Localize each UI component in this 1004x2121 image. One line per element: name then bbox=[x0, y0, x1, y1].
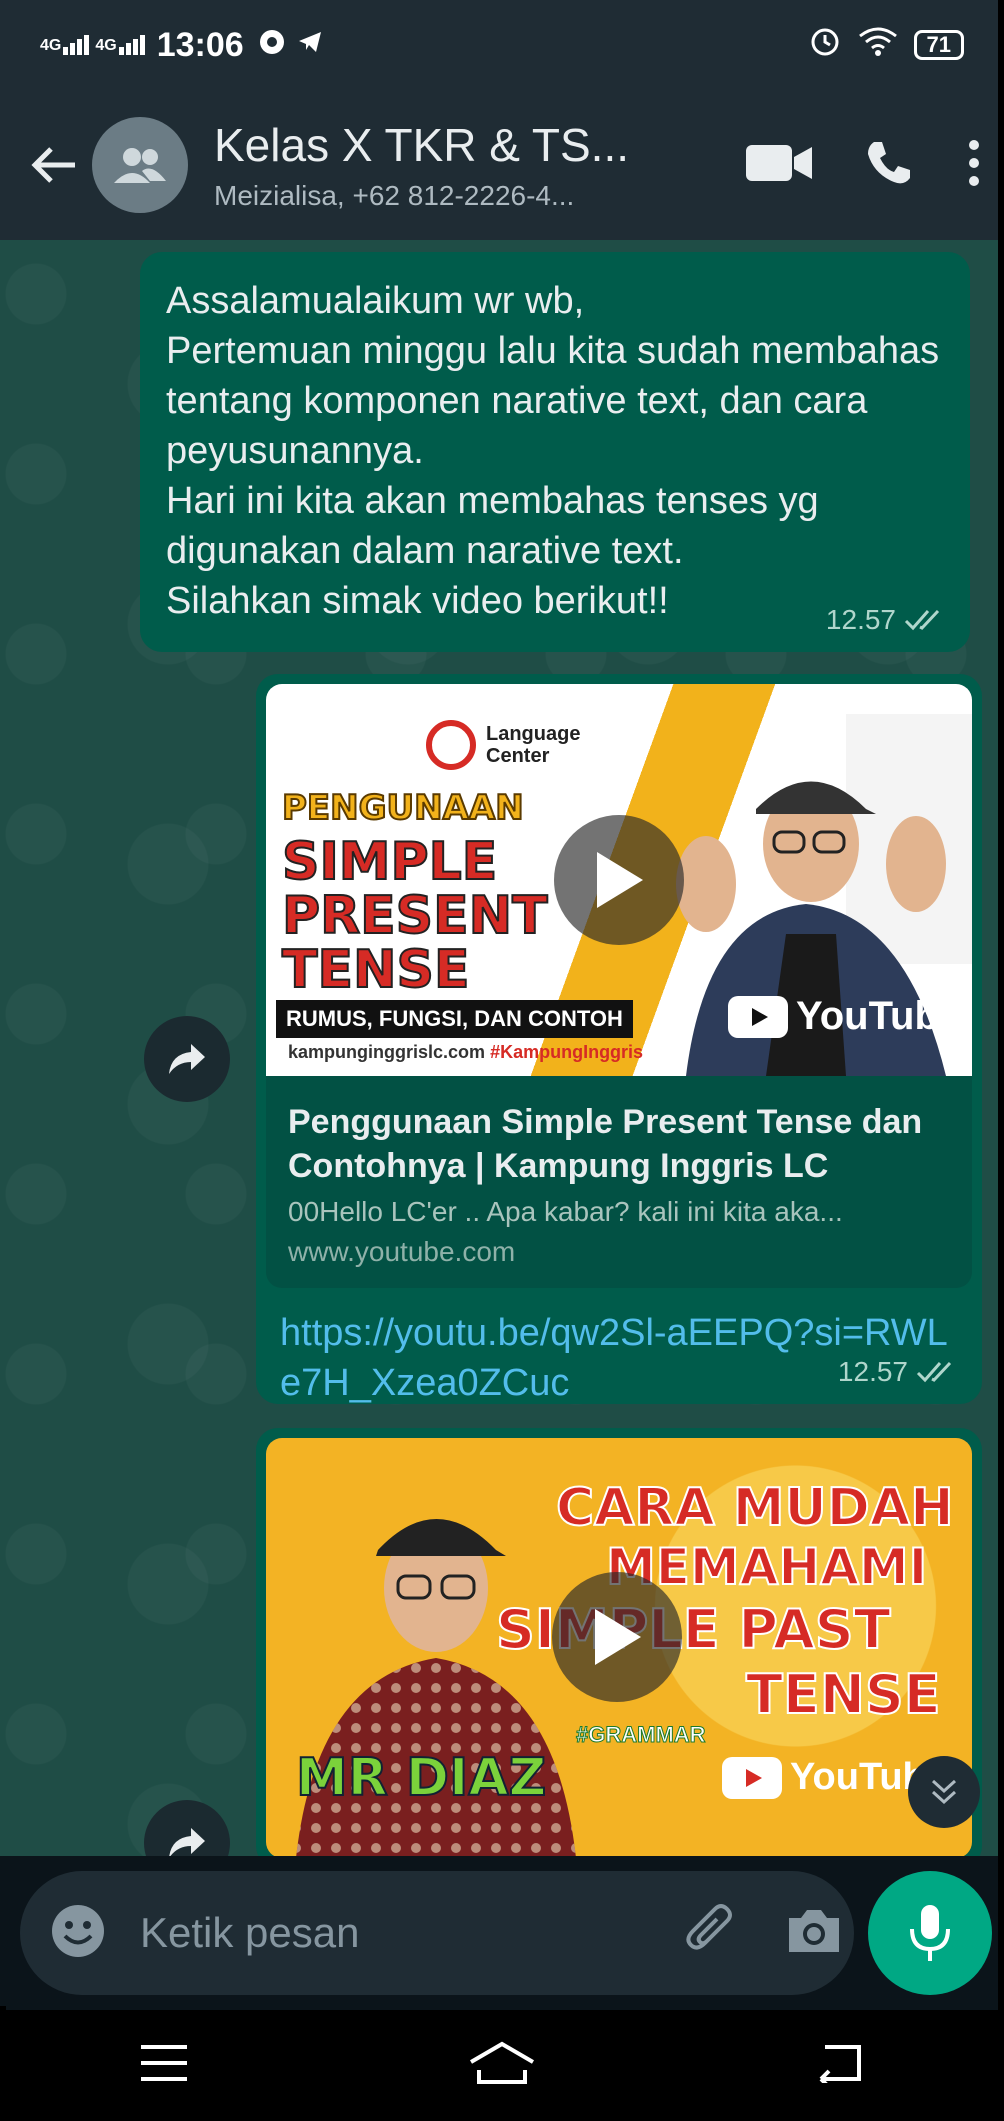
status-time: 13:06 bbox=[156, 25, 244, 64]
system-nav-bar bbox=[0, 2010, 1004, 2121]
play-button-2[interactable] bbox=[552, 1572, 682, 1702]
message-time: 12.57 bbox=[837, 1356, 908, 1387]
thumb-heading-4: TENSE bbox=[281, 939, 470, 1001]
camera-icon bbox=[789, 1909, 839, 1952]
play-icon bbox=[595, 1609, 641, 1665]
chat-area[interactable]: Assalamualaikum wr wb, Pertemuan minggu … bbox=[0, 240, 1004, 1856]
scroll-to-bottom-button[interactable] bbox=[908, 1756, 980, 1828]
attach-icon bbox=[686, 1903, 732, 1950]
thumb-heading-1: PENGUNAAN bbox=[281, 787, 525, 829]
right-frame-edge bbox=[998, 0, 1004, 2121]
video-thumbnail-1[interactable]: Language Center PENGUNAAN SIMPLE PRESENT… bbox=[266, 684, 972, 1076]
signal-1: 4G bbox=[40, 35, 90, 55]
menu-icon bbox=[141, 2045, 187, 2081]
message-meta: 12.57 bbox=[838, 1356, 960, 1388]
more-options-button[interactable] bbox=[964, 138, 984, 193]
video-call-icon bbox=[746, 144, 812, 181]
thumb-site-url: kampunginggrislc.com bbox=[288, 1042, 486, 1062]
thumb-heading-2: SIMPLE bbox=[281, 831, 498, 893]
logo-line-1: Language bbox=[486, 723, 581, 745]
home-button[interactable] bbox=[467, 2040, 537, 2091]
video-call-button[interactable] bbox=[744, 141, 814, 190]
alarm-icon bbox=[808, 24, 842, 67]
video-thumbnail-2[interactable]: CARA MUDAH MEMAHAMI SIMPLE PAST TENSE #G… bbox=[266, 1438, 972, 1856]
language-center-logo: Language Center bbox=[426, 720, 581, 770]
play-icon bbox=[597, 852, 643, 908]
emoji-button[interactable] bbox=[50, 1903, 106, 1964]
forward-icon bbox=[169, 1044, 205, 1074]
youtube-icon bbox=[728, 995, 788, 1038]
message-bubble-3[interactable]: CARA MUDAH MEMAHAMI SIMPLE PAST TENSE #G… bbox=[256, 1428, 982, 1856]
network-label-1: 4G bbox=[40, 37, 62, 54]
link-preview-description: 00Hello LC'er .. Apa kabar? kali ini kit… bbox=[288, 1196, 843, 1227]
group-avatar-icon bbox=[114, 148, 166, 183]
voice-call-button[interactable] bbox=[864, 138, 914, 193]
back-button[interactable] bbox=[24, 135, 84, 195]
message-input[interactable] bbox=[138, 1908, 683, 1958]
message-bubble-1[interactable]: Assalamualaikum wr wb, Pertemuan minggu … bbox=[140, 252, 970, 652]
more-vert-icon bbox=[969, 139, 979, 186]
forward-button-1[interactable] bbox=[144, 1016, 230, 1102]
thumb2-name: MR DIAZ bbox=[295, 1747, 547, 1809]
double-check-icon bbox=[904, 609, 940, 631]
message-composer bbox=[0, 1856, 1004, 2006]
logo-line-2: Center bbox=[486, 745, 550, 767]
link-preview-title: Penggunaan Simple Present Tense dan Cont… bbox=[288, 1103, 923, 1185]
mic-icon bbox=[910, 1905, 950, 1961]
wifi-icon bbox=[858, 26, 898, 65]
link-preview-domain: www.youtube.com bbox=[288, 1236, 516, 1267]
battery-indicator: 71 bbox=[913, 30, 964, 60]
status-bar: 4G 4G 13:06 71 bbox=[0, 0, 1004, 90]
thumb2-hashtag: #GRAMMAR bbox=[576, 1722, 707, 1748]
back-nav-button[interactable] bbox=[815, 2043, 865, 2089]
signal-2: 4G bbox=[95, 35, 145, 55]
chevron-double-down-icon bbox=[931, 1779, 957, 1805]
link-preview-body[interactable]: Penggunaan Simple Present Tense dan Cont… bbox=[266, 1076, 972, 1288]
thumb2-line-1: CARA MUDAH bbox=[555, 1477, 955, 1539]
youtube-badge-1: YouTube bbox=[728, 994, 961, 1039]
input-pill[interactable] bbox=[20, 1871, 854, 1995]
thumb2-line-4: TENSE bbox=[745, 1662, 942, 1727]
link-preview-card[interactable]: Language Center PENGUNAAN SIMPLE PRESENT… bbox=[266, 684, 972, 1288]
play-button-1[interactable] bbox=[554, 815, 684, 945]
message-link[interactable]: https://youtu.be/qw2Sl-aEEPQ?si=RWLe7H_X… bbox=[266, 1288, 972, 1408]
group-avatar[interactable] bbox=[92, 117, 188, 213]
double-check-icon bbox=[916, 1361, 952, 1383]
thumb-hashtag: #KampungInggris bbox=[490, 1042, 644, 1062]
attach-button[interactable] bbox=[683, 1903, 739, 1964]
emoji-icon bbox=[52, 1904, 104, 1957]
chat-participants: Meizialisa, +62 812-2226-4... bbox=[214, 180, 575, 211]
forward-icon bbox=[169, 1828, 205, 1856]
thumb-site: kampunginggrislc.com #KampungInggris bbox=[288, 1042, 643, 1063]
chat-title: Kelas X TKR & TS... bbox=[214, 119, 630, 171]
chat-info[interactable]: Kelas X TKR & TS... Meizialisa, +62 812-… bbox=[214, 118, 644, 212]
link-preview-card-2[interactable]: CARA MUDAH MEMAHAMI SIMPLE PAST TENSE #G… bbox=[266, 1438, 972, 1856]
mic-button[interactable] bbox=[868, 1871, 992, 1995]
camera-button[interactable] bbox=[785, 1906, 843, 1961]
back-arrow-icon bbox=[31, 147, 75, 183]
back-nav-icon bbox=[819, 2045, 861, 2089]
chrome-icon bbox=[258, 26, 286, 65]
chat-header: Kelas X TKR & TS... Meizialisa, +62 812-… bbox=[0, 90, 1004, 240]
lc-logo-mark bbox=[426, 720, 476, 770]
thumb-strip: RUMUS, FUNGSI, DAN CONTOH bbox=[276, 1000, 633, 1038]
forward-button-2[interactable] bbox=[144, 1800, 230, 1856]
thumb-heading-3: PRESENT bbox=[281, 885, 549, 947]
home-icon bbox=[469, 2041, 535, 2084]
message-meta: 12.57 bbox=[826, 604, 948, 636]
network-label-2: 4G bbox=[95, 37, 117, 54]
message-bubble-2[interactable]: Language Center PENGUNAAN SIMPLE PRESENT… bbox=[256, 674, 982, 1404]
message-text: Assalamualaikum wr wb, Pertemuan minggu … bbox=[166, 280, 940, 622]
youtube-icon bbox=[722, 1756, 782, 1799]
youtube-label: YouTube bbox=[796, 994, 962, 1038]
phone-icon bbox=[868, 141, 910, 183]
telegram-icon bbox=[296, 26, 324, 65]
message-time: 12.57 bbox=[825, 604, 896, 635]
recent-apps-button[interactable] bbox=[139, 2043, 189, 2088]
